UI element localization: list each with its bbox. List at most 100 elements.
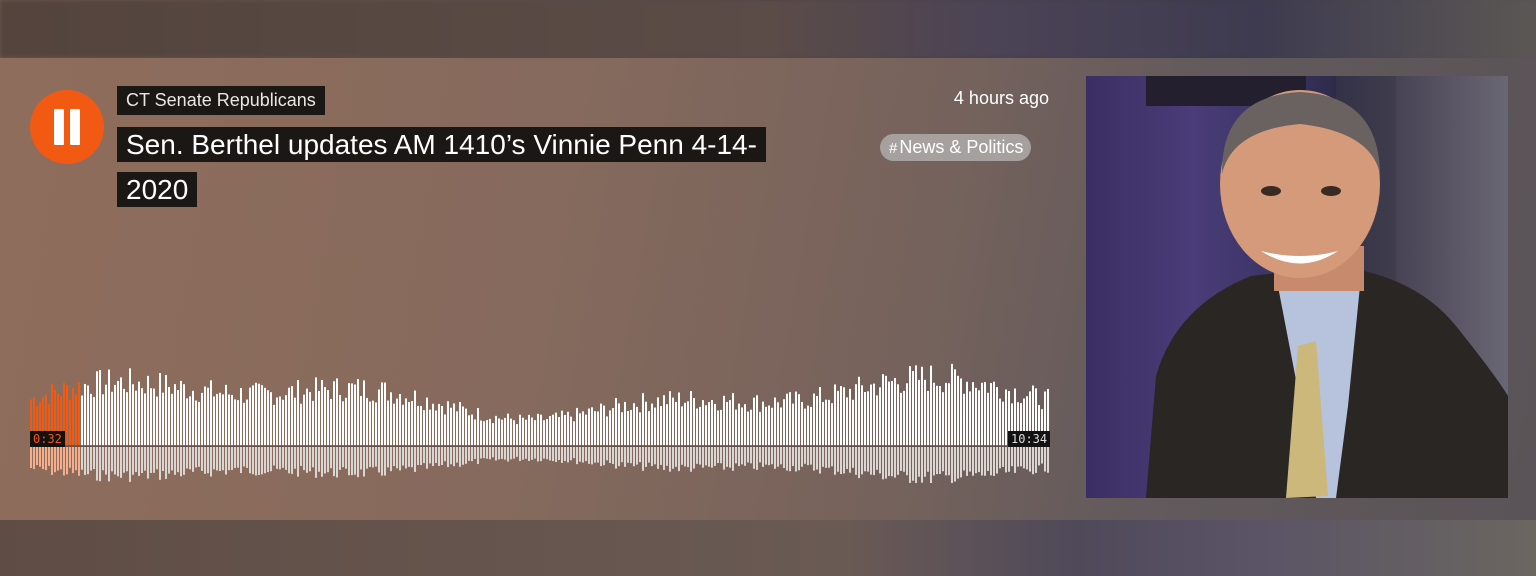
waveform-bar [546,418,548,446]
waveform-bar [960,378,962,446]
waveform-bar [570,416,572,446]
waveform-bar-reflection [522,447,524,460]
waveform-bar [252,385,254,446]
waveform-bar [528,414,530,446]
waveform-bar-reflection [816,447,818,470]
waveform-bar [996,387,998,446]
waveform-bar-reflection [636,447,638,465]
waveform-bar-reflection [69,447,71,468]
waveform-bar-reflection [33,447,35,470]
waveform-bar [330,398,332,446]
waveform-bar-reflection [309,447,311,472]
waveform-bar-reflection [675,447,677,467]
waveform-bar [708,402,710,446]
waveform-bar-reflection [288,447,290,474]
waveform-bar-reflection [804,447,806,464]
waveform-bar-reflection [39,447,41,467]
waveform-bar-reflection [906,447,908,476]
upload-timestamp: 4 hours ago [953,88,1049,108]
waveform-bar-reflection [480,447,482,459]
waveform-bar [699,406,701,446]
waveform-bar-reflection [267,447,269,473]
waveform-bar-reflection [459,447,461,467]
track-title-link[interactable]: Sen. Berthel updates AM 1410’s Vinnie Pe… [117,127,766,207]
waveform-bar-reflection [516,447,518,457]
waveform-bar-reflection [534,447,536,459]
waveform-bar-reflection [558,447,560,461]
pause-button[interactable] [30,90,104,164]
waveform-bar-reflection [891,447,893,477]
waveform-bar [972,382,974,446]
waveform-bar [1005,389,1007,446]
waveform-bar [387,400,389,446]
waveform-bar-reflection [492,447,494,458]
waveform-bar-reflection [57,447,59,471]
waveform-bar [810,406,812,446]
genre-tag[interactable]: # News & Politics [880,134,1032,161]
waveform-bar [132,384,134,446]
uploader-name[interactable]: CT Senate Republicans [117,86,325,115]
waveform-bar-reflection [447,447,449,468]
waveform-bar [555,412,557,446]
waveform-bar [543,420,545,446]
waveform-bar [420,405,422,446]
track-artwork[interactable] [1086,76,1508,498]
waveform-bar [891,381,893,446]
waveform-bar-reflection [951,447,953,483]
waveform-bar [102,394,104,446]
waveform-bar-reflection [243,447,245,467]
waveform-bar-reflection [483,447,485,459]
waveform-bar [345,397,347,446]
waveform-bar [126,392,128,446]
waveform-bar-reflection [486,447,488,459]
waveform-bar-reflection [171,447,173,471]
waveform-bar [516,424,518,446]
waveform-bar-reflection [144,447,146,471]
waveform-bar [153,388,155,446]
waveform-bar-reflection [762,447,764,467]
waveform-bar [660,406,662,446]
waveform-bar-reflection [684,447,686,467]
waveform-bar-reflection [918,447,920,477]
waveform-bar [828,399,830,446]
waveform-bar [399,394,401,446]
waveform-bar-reflection [213,447,215,470]
waveform-bar-reflection [528,447,530,462]
waveform-bar-reflection [285,447,287,470]
waveform-bar-reflection [813,447,815,471]
waveform-bar-reflection [960,447,962,478]
waveform-bar [195,400,197,446]
waveform-bar [168,386,170,446]
waveform-bar [666,404,668,446]
waveform-bar-reflection [744,447,746,466]
waveform-bar [651,403,653,446]
waveform-bar-reflection [780,447,782,465]
waveform-bar-reflection [273,447,275,466]
waveform-bar-reflection [99,447,101,482]
waveform-bar [261,385,263,446]
waveform-bar-reflection [741,447,743,465]
waveform-bar [348,383,350,446]
waveform[interactable] [30,363,1050,483]
waveform-bar [381,382,383,446]
waveform-bar-reflection [696,447,698,464]
waveform-bar [573,421,575,446]
waveform-bar [627,411,629,446]
waveform-bar-reflection [249,447,251,474]
waveform-bar [204,386,206,446]
waveform-bar [888,381,890,446]
waveform-bar [957,375,959,446]
waveform-bar-reflection [300,447,302,467]
waveform-bar [963,393,965,446]
waveform-bar-reflection [618,447,620,467]
waveform-bar-reflection [525,447,527,459]
waveform-bar-reflection [888,447,890,476]
waveform-bar [363,380,365,446]
waveform-bar [462,406,464,446]
waveform-bar-reflection [903,447,905,472]
waveform-bar [198,401,200,446]
waveform-bar [987,392,989,446]
waveform-bar-reflection [192,447,194,472]
waveform-bar-reflection [195,447,197,468]
waveform-bar [396,398,398,446]
